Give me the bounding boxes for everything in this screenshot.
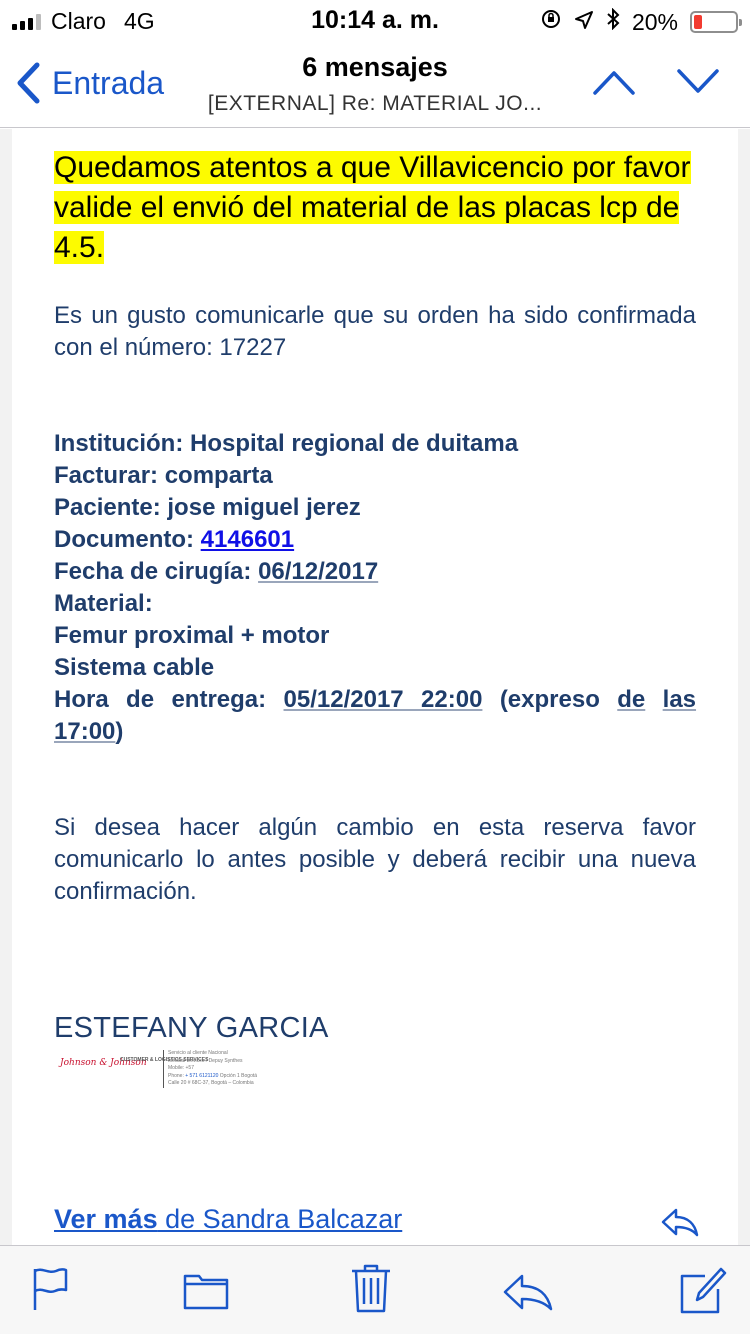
next-message-button[interactable] — [676, 68, 720, 101]
message-navigation — [592, 68, 720, 101]
signature-details: Servicio al cliente Nacional Medical Dev… — [168, 1050, 258, 1086]
trash-icon — [352, 1264, 390, 1313]
see-more-link[interactable]: Ver más de Sandra Balcazar — [54, 1204, 402, 1235]
document-row: Documento: 4146601 — [54, 526, 295, 553]
folder-icon — [183, 1274, 229, 1310]
chevron-up-icon — [593, 71, 635, 95]
nav-bar: Entrada 6 mensajes [EXTERNAL] Re: MATERI… — [0, 40, 750, 128]
back-button[interactable]: Entrada — [16, 62, 164, 104]
signal-strength-icon — [12, 13, 41, 30]
bottom-toolbar — [0, 1245, 750, 1334]
reply-icon — [661, 1208, 699, 1237]
delivery-time-link[interactable]: 17:00 — [54, 718, 115, 745]
move-to-folder-button[interactable] — [183, 1270, 229, 1315]
material-item: Sistema cable — [54, 654, 215, 681]
reply-button[interactable] — [502, 1272, 554, 1317]
reply-icon — [503, 1274, 553, 1311]
signature-divider — [163, 1050, 164, 1088]
surgery-date-link[interactable]: 06/12/2017 — [258, 558, 378, 585]
bill-row: Facturar: comparta — [54, 462, 273, 489]
material-item: Femur proximal + motor — [54, 622, 330, 649]
status-right: 20% — [540, 7, 742, 36]
phone-link[interactable]: + 571 6121120 — [185, 1073, 218, 1079]
carrier-label: Claro — [51, 8, 106, 34]
delivery-date-link[interactable]: 05/12/2017 22:00 — [284, 686, 483, 713]
page-subtitle: [EXTERNAL] Re: MATERIAL JO... — [207, 92, 543, 115]
highlighted-note: Quedamos atentos a que Villavicencio por… — [54, 151, 691, 264]
battery-percent: 20% — [631, 8, 678, 35]
patient-row: Paciente: jose miguel jerez — [54, 494, 361, 521]
delete-button[interactable] — [350, 1262, 392, 1319]
confirmation-intro: Es un gusto comunicarle que su orden ha … — [54, 302, 696, 361]
institution-row: Institución: Hospital regional de duitam… — [54, 430, 519, 457]
chevron-down-icon — [677, 69, 719, 93]
status-bar: Claro 4G 10:14 a. m. 20% — [0, 0, 750, 40]
surgery-date-row: Fecha de cirugía: 06/12/2017 — [54, 558, 379, 585]
chevron-left-icon — [17, 62, 40, 104]
quick-reply-button[interactable] — [660, 1206, 700, 1243]
status-left: Claro 4G — [12, 8, 155, 35]
network-label: 4G — [123, 8, 155, 34]
document-number-link[interactable]: 4146601 — [201, 526, 294, 553]
signature-name: ESTEFANY GARCIA — [54, 1012, 329, 1044]
orientation-lock-icon — [540, 8, 562, 36]
signature-block: Johnson & Johnson CUSTOMER & LOGISTICS S… — [60, 1048, 300, 1090]
compose-button[interactable] — [679, 1264, 727, 1319]
battery-icon — [690, 11, 742, 33]
delivery-row: Hora de entrega: 05/12/2017 22:00 (expre… — [54, 686, 697, 745]
flag-icon — [33, 1268, 68, 1310]
previous-message-button[interactable] — [592, 68, 636, 101]
page-title: 6 mensajes — [302, 52, 448, 82]
material-row: Material: — [54, 590, 153, 617]
flag-button[interactable] — [30, 1266, 70, 1317]
order-details: Institución: Hospital regional de duitam… — [54, 428, 696, 748]
compose-icon — [680, 1267, 727, 1314]
back-button-label: Entrada — [52, 64, 165, 101]
closing-text: Si desea hacer algún cambio en esta rese… — [54, 814, 696, 905]
location-icon — [574, 9, 594, 36]
bluetooth-icon — [606, 7, 620, 36]
